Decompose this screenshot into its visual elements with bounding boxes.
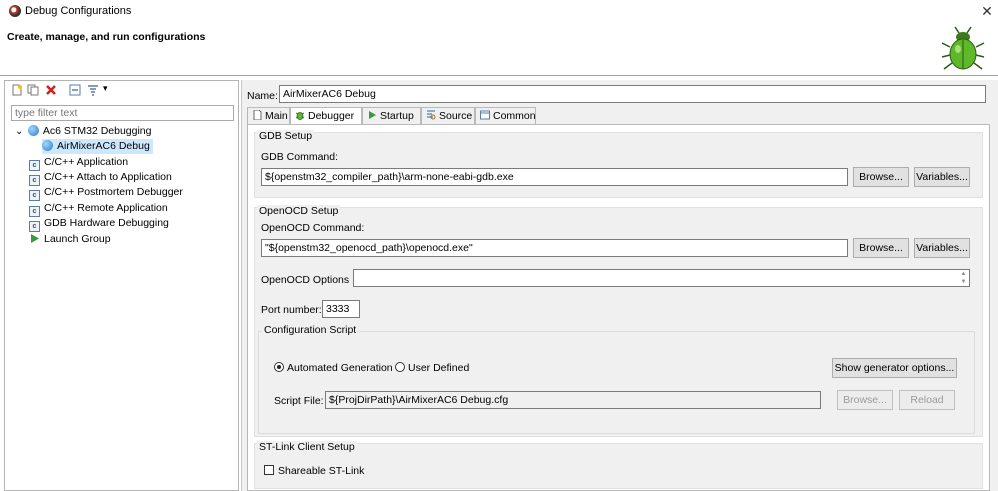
filter-configurations-icon[interactable]	[87, 84, 99, 96]
c-icon: c	[29, 221, 40, 232]
script-file-label: Script File:	[274, 395, 324, 407]
tree-item-cpp-application[interactable]: c C/C++ Application	[29, 155, 129, 171]
dialog-header: Create, manage, and run configurations	[0, 22, 998, 76]
tab-label: Common	[493, 110, 536, 122]
expand-arrow-icon[interactable]: ⌄	[15, 124, 25, 139]
gdb-variables-button[interactable]: Variables...	[914, 167, 970, 187]
gdb-browse-button[interactable]: Browse...	[853, 167, 909, 187]
tab-startup[interactable]: Startup	[362, 107, 421, 124]
tree-item-airmixerac6-debug[interactable]: AirMixerAC6 Debug	[42, 139, 153, 154]
options-scroll-icon[interactable]: ▲ ▼	[958, 270, 969, 286]
shareable-stlink-label: Shareable ST-Link	[278, 465, 365, 477]
filter-input[interactable]	[11, 105, 234, 121]
script-file-field[interactable]: ${ProjDirPath}\AirMixerAC6 Debug.cfg	[325, 391, 821, 409]
tree-item-label: C/C++ Remote Application	[44, 202, 168, 214]
tab-label: Source	[439, 110, 473, 122]
openocd-options-field[interactable]	[353, 269, 970, 287]
openocd-setup-group: OpenOCD Setup OpenOCD Command: "${openst…	[254, 205, 983, 437]
checkbox-icon	[264, 465, 274, 475]
eclipse-app-icon	[9, 5, 21, 17]
stlink-setup-title: ST-Link Client Setup	[257, 441, 357, 453]
title-bar: Debug Configurations ✕	[0, 0, 998, 22]
user-defined-label: User Defined	[408, 362, 470, 374]
port-number-field[interactable]: 3333	[322, 300, 360, 318]
duplicate-configuration-icon[interactable]	[27, 84, 39, 96]
tree-toolbar: ▾	[5, 81, 238, 101]
bug-icon	[941, 26, 985, 70]
globe-icon	[42, 140, 53, 151]
page-icon	[253, 110, 262, 120]
reload-button[interactable]: Reload	[899, 390, 955, 410]
tree-item-label: C/C++ Application	[44, 156, 129, 168]
tree-item-cpp-postmortem[interactable]: c C/C++ Postmortem Debugger	[29, 185, 183, 201]
tree-item-cpp-attach[interactable]: c C/C++ Attach to Application	[29, 170, 172, 186]
script-browse-button[interactable]: Browse...	[837, 390, 893, 410]
tab-common[interactable]: Common	[475, 107, 536, 124]
openocd-variables-button[interactable]: Variables...	[914, 238, 970, 258]
window-title: Debug Configurations	[25, 5, 132, 17]
tree-item-gdb-hardware[interactable]: c GDB Hardware Debugging	[29, 216, 169, 232]
name-field[interactable]: AirMixerAC6 Debug	[279, 85, 986, 103]
tab-main[interactable]: Main	[247, 107, 290, 124]
show-generator-options-button[interactable]: Show generator options...	[832, 358, 957, 378]
new-configuration-icon[interactable]	[11, 84, 23, 96]
tree-item-label: AirMixerAC6 Debug	[57, 140, 150, 152]
debugger-bug-icon	[295, 112, 305, 120]
openocd-options-label: OpenOCD Options :	[261, 274, 355, 286]
tab-label: Main	[265, 110, 288, 122]
openocd-command-field[interactable]: "${openstm32_openocd_path}\openocd.exe"	[261, 239, 848, 257]
gdb-command-label: GDB Command:	[261, 151, 339, 163]
tree-item-label: C/C++ Postmortem Debugger	[44, 186, 183, 198]
radio-unselected-icon	[395, 362, 405, 372]
tree-item-label: C/C++ Attach to Application	[44, 171, 172, 183]
c-icon: c	[29, 190, 40, 201]
radio-selected-icon	[274, 362, 284, 372]
shareable-stlink-checkbox[interactable]: Shareable ST-Link	[264, 465, 364, 477]
tab-label: Startup	[380, 110, 414, 122]
gdb-setup-title: GDB Setup	[257, 130, 315, 142]
filter-dropdown-icon[interactable]: ▾	[103, 83, 108, 94]
common-icon	[480, 110, 490, 120]
tree-item-cpp-remote[interactable]: c C/C++ Remote Application	[29, 201, 168, 217]
configuration-script-title: Configuration Script	[262, 324, 359, 336]
user-defined-radio[interactable]: User Defined	[395, 362, 469, 374]
collapse-all-icon[interactable]	[69, 84, 81, 96]
name-label: Name:	[247, 90, 278, 102]
close-button[interactable]: ✕	[978, 2, 996, 20]
openocd-setup-title: OpenOCD Setup	[257, 205, 341, 217]
tree-item-label: GDB Hardware Debugging	[44, 217, 169, 229]
tree-item-label: Ac6 STM32 Debugging	[42, 125, 152, 137]
gdb-command-field[interactable]: ${openstm32_compiler_path}\arm-none-eabi…	[261, 168, 848, 186]
source-lookup-icon	[427, 110, 436, 120]
configuration-editor: Name: AirMixerAC6 Debug Main Debugger St…	[241, 80, 998, 491]
tab-source[interactable]: Source	[421, 107, 475, 124]
automated-generation-radio[interactable]: Automated Generation	[274, 362, 393, 374]
run-icon	[369, 111, 376, 119]
gdb-setup-group: GDB Setup GDB Command: ${openstm32_compi…	[254, 130, 983, 198]
tab-debugger[interactable]: Debugger	[290, 107, 362, 125]
globe-icon	[27, 125, 39, 136]
delete-configuration-icon[interactable]	[45, 84, 57, 96]
openocd-browse-button[interactable]: Browse...	[853, 238, 909, 258]
header-description: Create, manage, and run configurations	[7, 31, 206, 43]
debugger-tab-content: GDB Setup GDB Command: ${openstm32_compi…	[247, 124, 990, 491]
play-icon	[31, 234, 39, 243]
configuration-script-group: Configuration Script Automated Generatio…	[258, 324, 975, 434]
tree-item-launch-group[interactable]: Launch Group	[29, 232, 111, 247]
port-number-label: Port number:	[261, 304, 322, 316]
automated-generation-label: Automated Generation	[287, 362, 393, 374]
tree-item-label: Launch Group	[44, 233, 111, 245]
openocd-command-label: OpenOCD Command:	[261, 222, 365, 234]
stlink-setup-group: ST-Link Client Setup Shareable ST-Link	[254, 441, 983, 489]
tree-item-ac6-stm32-debugging[interactable]: ⌄ Ac6 STM32 Debugging	[15, 124, 152, 139]
tab-label: Debugger	[308, 110, 355, 122]
configuration-tree-panel: ▾ ⌄ Ac6 STM32 Debugging AirMixerAC6 Debu…	[4, 80, 239, 491]
